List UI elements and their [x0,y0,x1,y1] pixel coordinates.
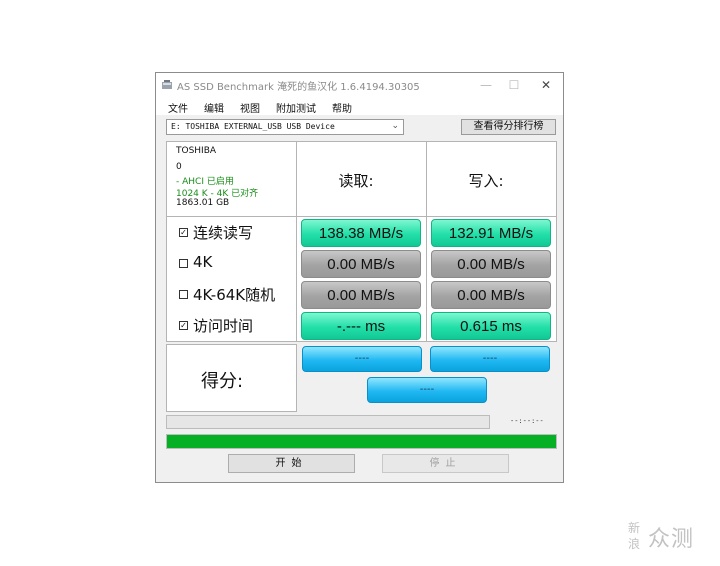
score-write: ---- [430,346,550,372]
drive-name: TOSHIBA [176,146,217,156]
read-value-4k: 0.00 MB/s [301,250,421,278]
write-header: 写入: [468,172,504,190]
menu-file[interactable]: 文件 [168,100,188,115]
minimize-icon[interactable]: — [478,77,494,93]
menu-bar: 文件 编辑 视图 附加测试 帮助 [156,97,563,115]
write-header-panel: 写入: [426,141,557,217]
drive-size: 1863.01 GB [176,198,230,208]
row-label-seq: 连续读写 [193,224,254,242]
start-button[interactable]: 开始 [228,454,355,473]
read-value-4k-64: 0.00 MB/s [301,281,421,309]
menu-view[interactable]: 视图 [240,100,260,115]
row-label-4k: 4K [193,253,213,271]
app-icon [162,80,172,89]
write-value-seq: 132.91 MB/s [431,219,551,247]
checkbox-4k-64[interactable] [179,290,188,299]
watermark-logo: 新 浪 众测 [628,517,712,559]
checkbox-4k[interactable] [179,259,188,268]
watermark-big: 众测 [648,527,695,552]
elapsed-time: --:--:-- [510,417,544,425]
checkbox-access[interactable]: ✓ [179,321,188,330]
score-total: ---- [367,377,487,403]
row-label-access: 访问时间 [193,317,254,335]
window-title: AS SSD Benchmark 淹死的鱼汉化 1.6.4194.30305 [177,82,420,93]
watermark-small-top: 新 [628,521,641,535]
stop-button[interactable]: 停止 [382,454,509,473]
read-header-panel: 读取: [296,141,427,217]
title-bar[interactable]: AS SSD Benchmark 淹死的鱼汉化 1.6.4194.30305 —… [156,73,563,97]
score-panel: ---- ---- ---- [296,344,557,412]
read-results-panel: 138.38 MB/s 0.00 MB/s 0.00 MB/s -.--- ms [296,216,427,342]
benchmark-window: AS SSD Benchmark 淹死的鱼汉化 1.6.4194.30305 —… [155,72,564,483]
write-results-panel: 132.91 MB/s 0.00 MB/s 0.00 MB/s 0.615 ms [426,216,557,342]
test-labels-panel: ✓ 连续读写 4K 4K-64K随机 ✓ 访问时间 [166,216,297,342]
read-header: 读取: [338,172,374,190]
drive-info-panel: TOSHIBA 0 - AHCI 已启用 1024 K - 4K 已对齐 186… [166,141,297,217]
overall-progress-bar [166,434,557,449]
score-label-panel: 得分: [166,344,297,412]
score-read: ---- [302,346,422,372]
score-label: 得分: [201,371,244,392]
menu-edit[interactable]: 编辑 [204,100,224,115]
chevron-down-icon: ⌄ [391,121,399,131]
close-icon[interactable]: ✕ [538,77,554,93]
view-ranking-button[interactable]: 查看得分排行榜 [461,119,556,135]
menu-extra-tests[interactable]: 附加测试 [276,100,316,115]
row-label-4k-64: 4K-64K随机 [193,286,276,304]
read-value-access: -.--- ms [301,312,421,340]
watermark-small-bottom: 浪 [628,537,641,551]
current-progress-bar [166,415,490,429]
checkbox-seq[interactable]: ✓ [179,228,188,237]
write-value-4k-64: 0.00 MB/s [431,281,551,309]
drive-firmware: 0 [176,162,182,172]
menu-help[interactable]: 帮助 [332,100,352,115]
drive-selected-value: E: TOSHIBA EXTERNAL_USB USB Device [171,122,335,131]
write-value-access: 0.615 ms [431,312,551,340]
drive-dropdown[interactable]: E: TOSHIBA EXTERNAL_USB USB Device ⌄ [166,119,404,135]
write-value-4k: 0.00 MB/s [431,250,551,278]
read-value-seq: 138.38 MB/s [301,219,421,247]
maximize-icon[interactable]: ☐ [506,77,522,93]
